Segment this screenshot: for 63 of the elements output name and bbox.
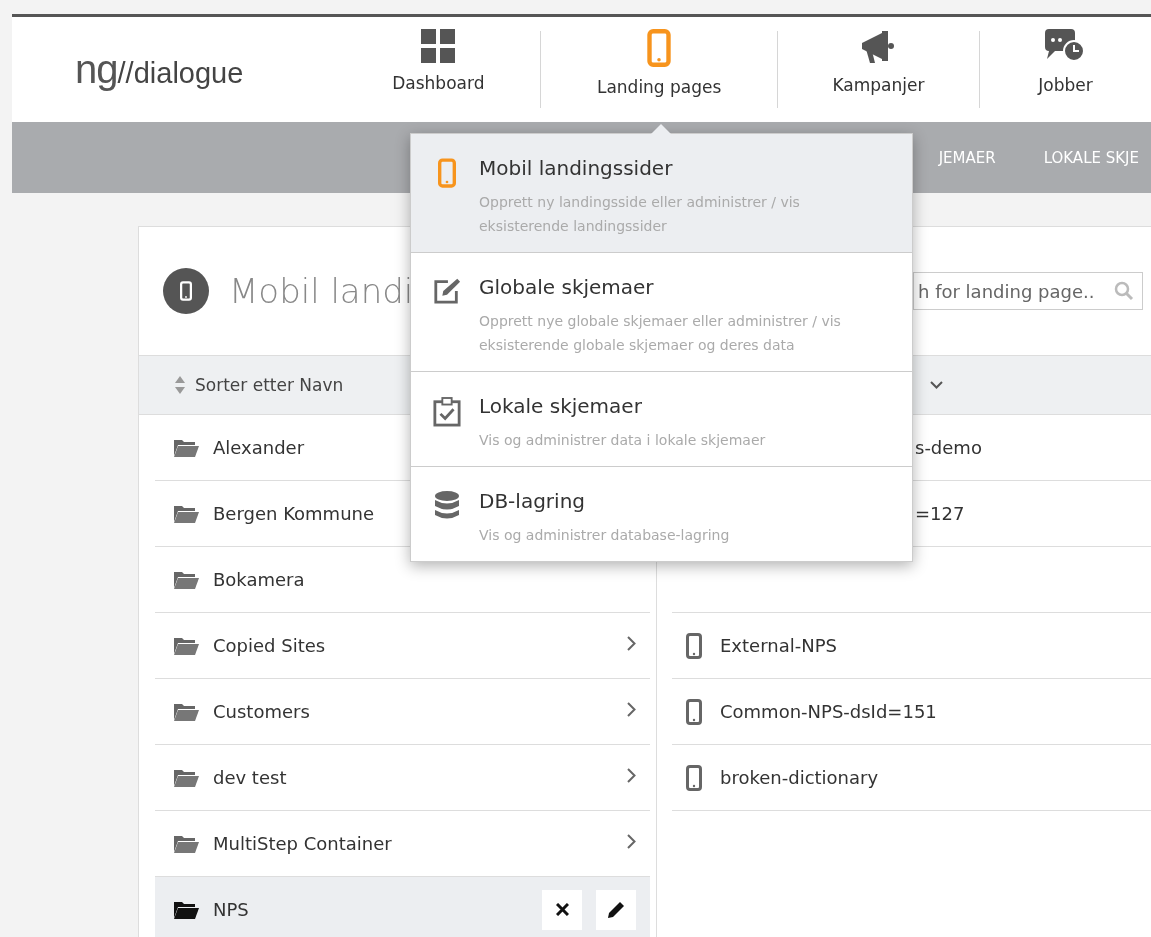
folder-icon [173,569,199,590]
menu-item[interactable]: Lokale skjemaer Vis og administrer data i lokale skjemaer [411,372,912,467]
phone-icon [180,281,192,301]
page-name[interactable]: =127 [915,503,965,524]
folder-icon [173,833,199,854]
clipboard-check-icon [433,396,461,428]
folder-icon [173,701,199,722]
search-icon [1114,281,1134,301]
folder-row[interactable]: Customers [155,679,650,745]
page-name[interactable]: s-demo [915,437,982,458]
chevron-down-icon[interactable] [930,381,943,389]
folder-icon [173,899,199,920]
menu-item-title: DB-lagring [479,489,586,513]
folder-name: MultiStep Container [213,833,392,854]
folder-icon [173,437,199,458]
edit-icon [433,277,461,305]
edit-button[interactable] [596,889,636,930]
pencil-icon [607,900,625,919]
page-name[interactable]: External-NPS [720,635,837,656]
menu-item-title: Mobil landingssider [479,156,674,180]
chevron-right-icon [627,768,636,783]
page-name[interactable]: Common-NPS-dsId=151 [720,701,937,722]
search-field[interactable]: h for landing page.. [913,272,1143,310]
menu-item-title: Globale skjemaer [479,275,655,299]
chevron-right-icon [627,834,636,849]
phone-icon [686,698,702,725]
folder-row[interactable]: NPS [155,877,650,937]
nav-item[interactable]: Jobber [979,17,1151,122]
delete-button[interactable] [542,889,582,930]
logo: ng//dialogue [75,47,244,92]
folder-name: dev test [213,767,287,788]
folder-name: Bokamera [213,569,305,590]
folder-name: Customers [213,701,310,722]
folder-row[interactable]: dev test [155,745,650,811]
menu-item[interactable]: Mobil landingssider Opprett ny landingsside eller administrer / vis eksisterende landingssider [411,134,912,253]
chevron-right-icon [627,636,636,651]
phone-icon [686,632,702,659]
menu-item-description: Opprett ny landingsside eller administrer / vis eksisterende landingssider [479,193,801,236]
folder-name: NPS [213,899,249,920]
folder-row[interactable]: Copied Sites [155,613,650,679]
nav-item[interactable]: Dashboard [336,17,541,122]
phone-icon [686,764,702,791]
folder-icon [173,635,199,656]
phone-icon [438,158,456,188]
close-icon [555,903,569,916]
folder-icon [173,767,199,788]
grid-icon [421,29,456,63]
phone-icon [647,29,672,67]
nav-item[interactable]: Kampanjer [778,17,979,122]
sort-label[interactable]: Sorter etter Navn [195,375,344,395]
folder-icon [173,503,199,524]
menu-item-description: Opprett nye globale skjemaer eller administrer / vis eksisterende globale skjemaer og deres data [479,312,842,355]
folder-name: Bergen Kommune [213,503,374,524]
folder-name: Copied Sites [213,635,326,656]
folder-name: Alexander [213,437,305,458]
database-icon [434,491,460,521]
page-title: Mobil landi [229,271,414,311]
nav-item[interactable]: Landing pages [541,17,777,122]
chevron-right-icon [627,702,636,717]
menu-item-title: Lokale skjemaer [479,394,643,418]
page-name[interactable]: broken-dictionary [720,767,879,788]
menu-item[interactable]: DB-lagring Vis og administrer database-lagring [411,467,912,561]
menu-item[interactable]: Globale skjemaer Opprett nye globale skjemaer eller administrer / vis eksisterende globale skjemaer og deres data [411,253,912,372]
